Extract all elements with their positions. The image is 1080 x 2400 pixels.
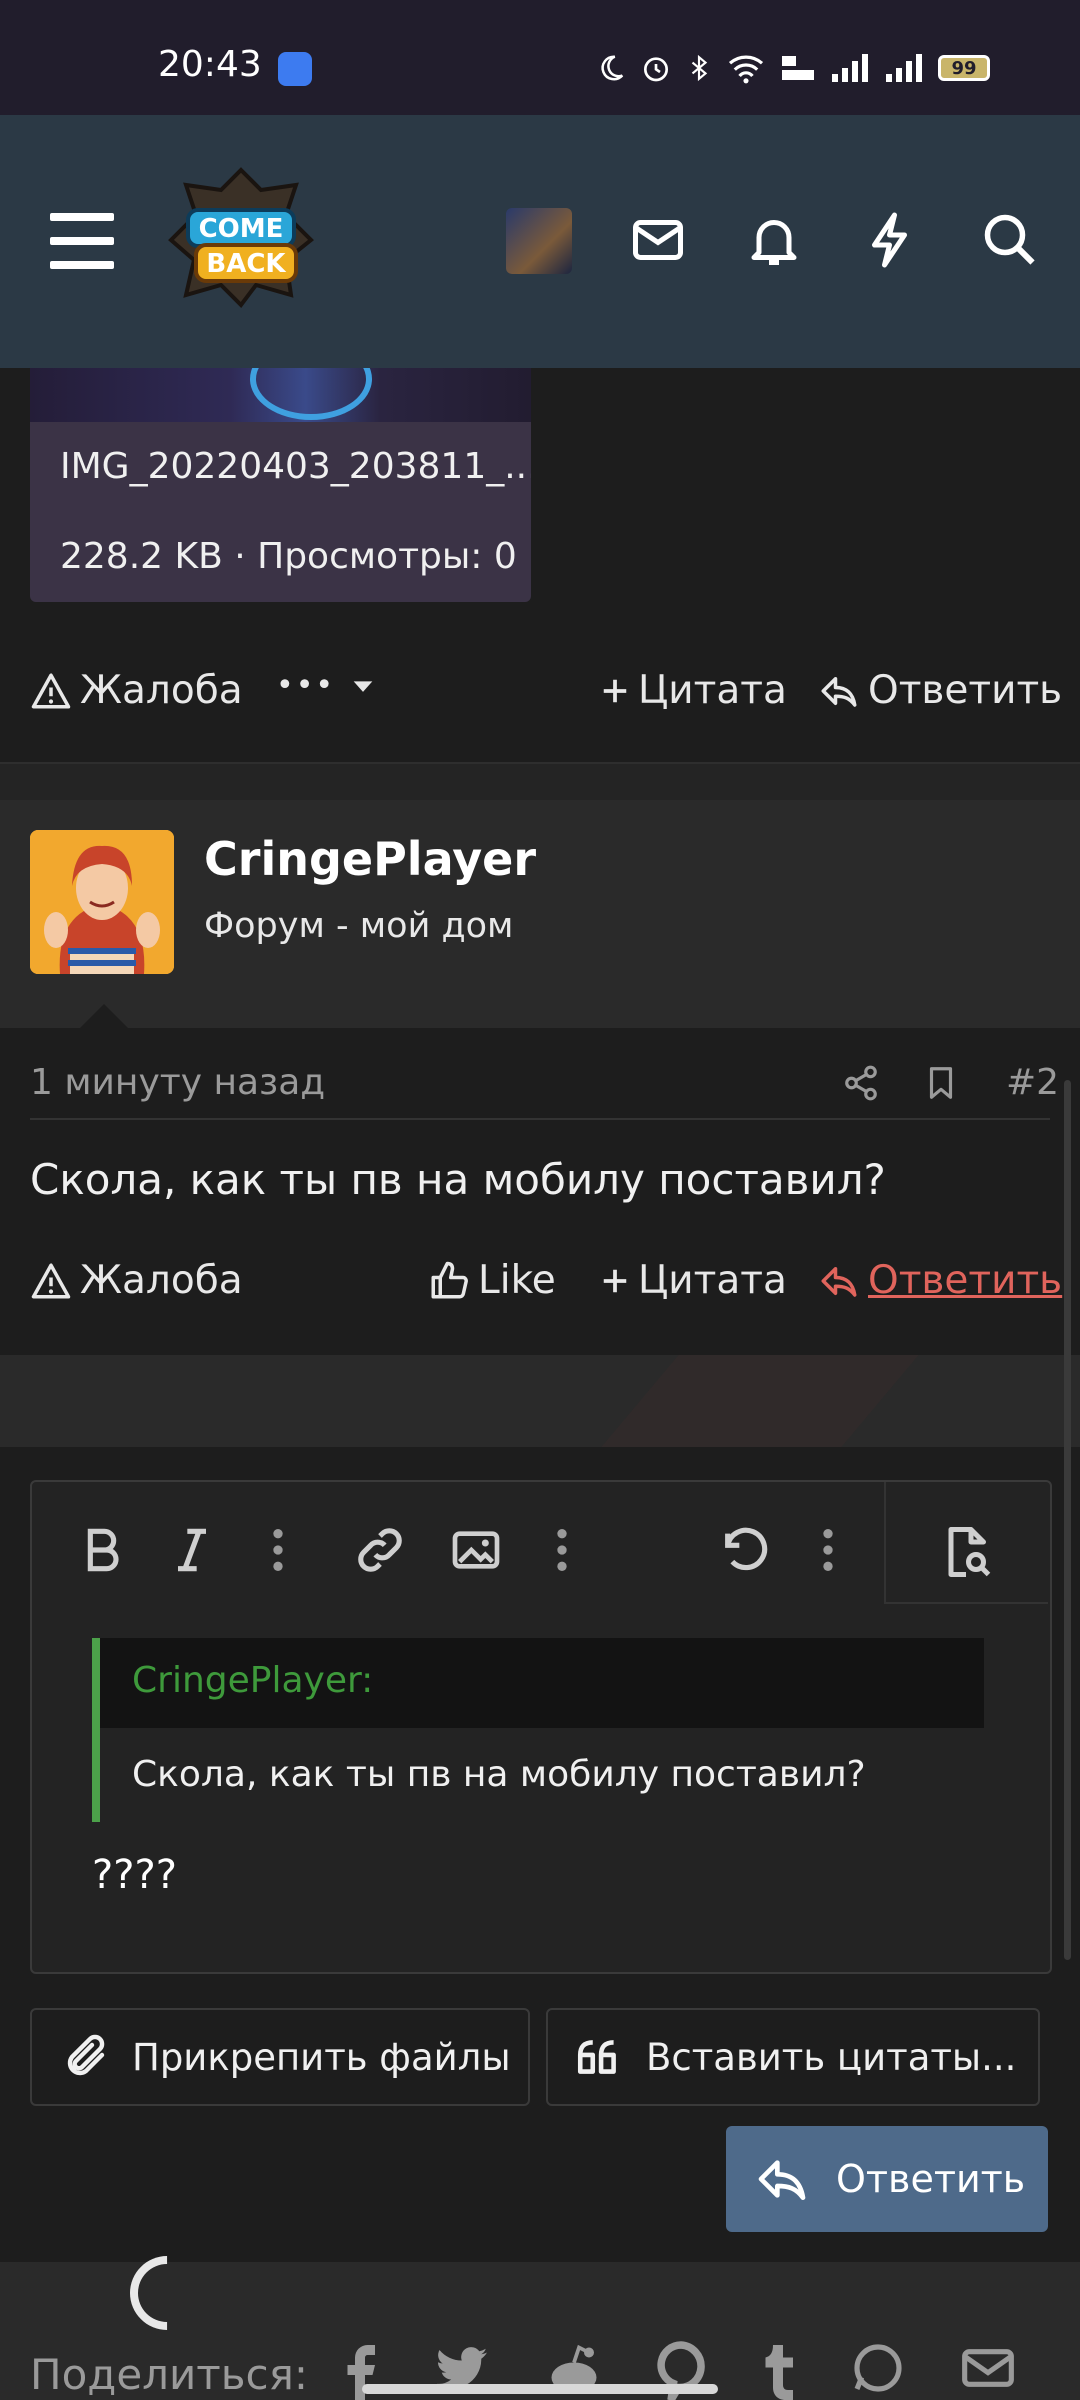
- warning-icon: [31, 1263, 71, 1298]
- svg-text:BACK: BACK: [206, 249, 286, 279]
- email-share-icon[interactable]: [958, 2340, 1018, 2396]
- alarm-icon: [644, 57, 668, 82]
- undo-icon[interactable]: [716, 1522, 772, 1578]
- section-band: [0, 1355, 1080, 1447]
- reply-label: Ответить: [868, 1258, 1063, 1303]
- quote-bar: [92, 1638, 100, 1822]
- insert-quotes-label: Вставить цитаты...: [646, 2035, 1017, 2079]
- android-notification-icon: [278, 52, 312, 86]
- more-actions-button[interactable]: •••: [276, 668, 385, 703]
- user-avatar-header[interactable]: [506, 208, 572, 274]
- more-options-icon[interactable]: [814, 1522, 842, 1578]
- report-button[interactable]: Жалоба: [30, 668, 243, 713]
- post-body: Скола, как ты пв на мобилу поставил?: [30, 1155, 886, 1204]
- italic-icon[interactable]: [164, 1522, 220, 1578]
- quote-author: CringePlayer:: [132, 1660, 374, 1701]
- svg-text:COME: COME: [199, 214, 284, 244]
- message-pointer: [80, 1004, 128, 1028]
- quote-text: Скола, как ты пв на мобилу поставил?: [132, 1754, 866, 1795]
- like-label: Like: [478, 1258, 556, 1303]
- attach-files-label: Прикрепить файлы: [132, 2035, 511, 2079]
- share-icon[interactable]: [842, 1064, 880, 1102]
- report-button[interactable]: Жалоба: [30, 1258, 243, 1303]
- status-icons: 99: [596, 48, 990, 88]
- user-avatar[interactable]: [30, 830, 174, 974]
- scrollbar[interactable]: [1064, 1080, 1071, 1960]
- quote-button[interactable]: Цитата: [600, 668, 787, 713]
- attach-files-button[interactable]: Прикрепить файлы: [30, 2008, 530, 2106]
- quote-label: Цитата: [638, 1258, 787, 1303]
- plus-icon: [603, 1269, 627, 1292]
- submit-reply-button[interactable]: Ответить: [726, 2126, 1048, 2232]
- mail-icon[interactable]: [628, 210, 688, 270]
- reply-icon: [758, 2160, 806, 2200]
- volte-icon: [782, 56, 814, 80]
- reply-button-active[interactable]: Ответить: [818, 1258, 1062, 1303]
- username[interactable]: CringePlayer: [204, 832, 536, 886]
- chevron-down-icon: [353, 680, 373, 692]
- tumblr-icon[interactable]: [758, 2340, 798, 2400]
- moon-icon: [601, 55, 624, 81]
- attachment-thumbnail[interactable]: IMG_20220403_203811_... 228.2 KB · Просм…: [30, 368, 531, 602]
- lightning-icon[interactable]: [862, 210, 922, 270]
- quote-button[interactable]: Цитата: [600, 1258, 787, 1303]
- report-label: Жалоба: [80, 1258, 243, 1303]
- link-icon[interactable]: [352, 1522, 408, 1578]
- post-time[interactable]: 1 минуту назад: [30, 1062, 325, 1103]
- post-number[interactable]: #2: [1006, 1062, 1059, 1103]
- insert-quotes-button[interactable]: Вставить цитаты...: [546, 2008, 1040, 2106]
- wifi-icon: [728, 55, 764, 84]
- bluetooth-icon: [691, 54, 708, 82]
- attachment-filename: IMG_20220403_203811_...: [60, 446, 531, 487]
- signal-icon: [832, 54, 868, 82]
- warning-icon: [31, 673, 71, 708]
- reply-icon: [821, 676, 857, 707]
- toolbar-separator-horizontal: [884, 1602, 1048, 1604]
- reply-button[interactable]: Ответить: [818, 668, 1062, 713]
- attachment-image: [30, 368, 531, 422]
- bookmark-icon[interactable]: [922, 1064, 960, 1102]
- thumbs-up-icon: [431, 1261, 468, 1298]
- more-text-options-icon[interactable]: [264, 1522, 292, 1578]
- more-insert-options-icon[interactable]: [548, 1522, 576, 1578]
- preview-icon[interactable]: [936, 1522, 996, 1582]
- report-label: Жалоба: [80, 668, 243, 713]
- site-logo[interactable]: COME BACK: [166, 165, 316, 310]
- plus-icon: [603, 679, 627, 702]
- image-icon[interactable]: [448, 1522, 504, 1578]
- menu-icon[interactable]: [50, 213, 114, 269]
- submit-label: Ответить: [836, 2157, 1026, 2201]
- reply-label: Ответить: [868, 668, 1063, 713]
- bell-icon[interactable]: [744, 210, 804, 270]
- divider: [30, 1118, 1050, 1120]
- editor-text[interactable]: ????: [92, 1852, 177, 1898]
- whatsapp-icon[interactable]: [850, 2340, 906, 2396]
- post-separator: [0, 762, 1080, 802]
- signal-icon-2: [886, 54, 922, 82]
- user-title: Форум - мой дом: [204, 906, 514, 946]
- bold-icon[interactable]: [74, 1522, 130, 1578]
- gesture-bar: [362, 2384, 718, 2394]
- battery-icon: 99: [938, 55, 990, 81]
- attachment-meta: 228.2 KB · Просмотры: 0: [60, 536, 517, 577]
- reply-icon: [821, 1266, 857, 1297]
- share-label: Поделиться:: [30, 2350, 309, 2399]
- search-icon[interactable]: [980, 210, 1040, 270]
- like-button[interactable]: Like: [428, 1258, 556, 1303]
- quote-label: Цитата: [638, 668, 787, 713]
- status-time: 20:43: [158, 44, 262, 85]
- more-dots: •••: [276, 668, 336, 703]
- paperclip-icon: [67, 2034, 105, 2076]
- toolbar-separator: [884, 1482, 886, 1604]
- quote-icon: [577, 2040, 616, 2074]
